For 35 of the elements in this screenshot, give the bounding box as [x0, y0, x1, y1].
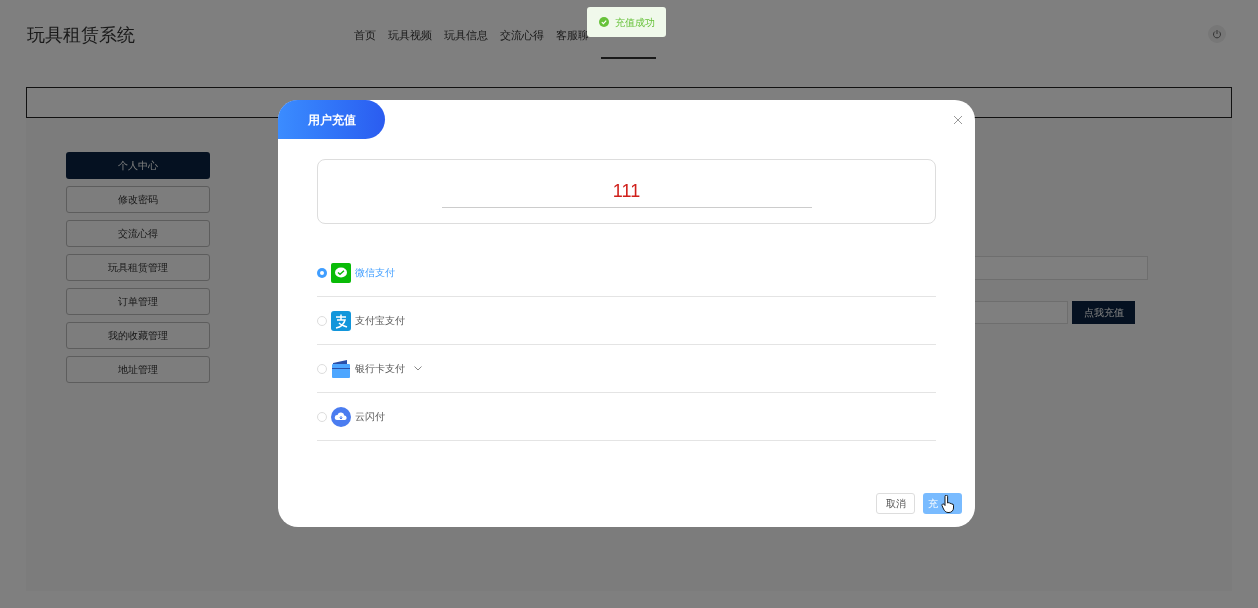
payment-method-label[interactable]: 支付宝支付: [355, 313, 405, 328]
sidebar-item[interactable]: 地址管理: [66, 356, 210, 383]
chevron-down-icon[interactable]: [414, 366, 422, 371]
sidebar-item[interactable]: 玩具租赁管理: [66, 254, 210, 281]
dialog-title: 用户充值: [278, 100, 385, 139]
sidebar-item[interactable]: 个人中心: [66, 152, 210, 179]
payment-method-label[interactable]: 银行卡支付: [355, 361, 405, 376]
cancel-button[interactable]: 取消: [876, 493, 915, 514]
radio-button[interactable]: [317, 411, 327, 422]
pointer-cursor-icon: [941, 495, 955, 513]
recharge-button[interactable]: 点我充值: [1072, 301, 1135, 324]
amount-field[interactable]: 111: [441, 178, 812, 208]
nav-link[interactable]: 玩具视频: [388, 26, 432, 44]
close-icon[interactable]: [954, 116, 962, 124]
check-circle-icon: [599, 17, 609, 27]
payment-method-label[interactable]: 微信支付: [355, 265, 395, 280]
sidebar-item[interactable]: 交流心得: [66, 220, 210, 247]
payment-method-label[interactable]: 云闪付: [355, 409, 385, 424]
nav-link[interactable]: 首页: [354, 26, 376, 44]
toast-message: 充值成功: [615, 15, 655, 30]
radio-button[interactable]: [317, 363, 327, 374]
sidebar-item[interactable]: 我的收藏管理: [66, 322, 210, 349]
credit-card-icon: [331, 358, 351, 379]
nav-link[interactable]: 客服聊: [556, 26, 589, 44]
radio-button[interactable]: [317, 267, 327, 278]
radio-button[interactable]: [317, 315, 327, 326]
wechat-icon: [331, 262, 351, 283]
power-icon[interactable]: [1208, 25, 1226, 43]
cloud-icon: [331, 406, 351, 427]
site-title: 玩具租赁系统: [27, 23, 136, 47]
sidebar-item[interactable]: 修改密码: [66, 186, 210, 213]
alipay-icon: [331, 310, 351, 331]
nav-link[interactable]: 玩具信息: [444, 26, 488, 44]
nav-link[interactable]: 交流心得: [500, 26, 544, 44]
sidebar-item[interactable]: 订单管理: [66, 288, 210, 315]
